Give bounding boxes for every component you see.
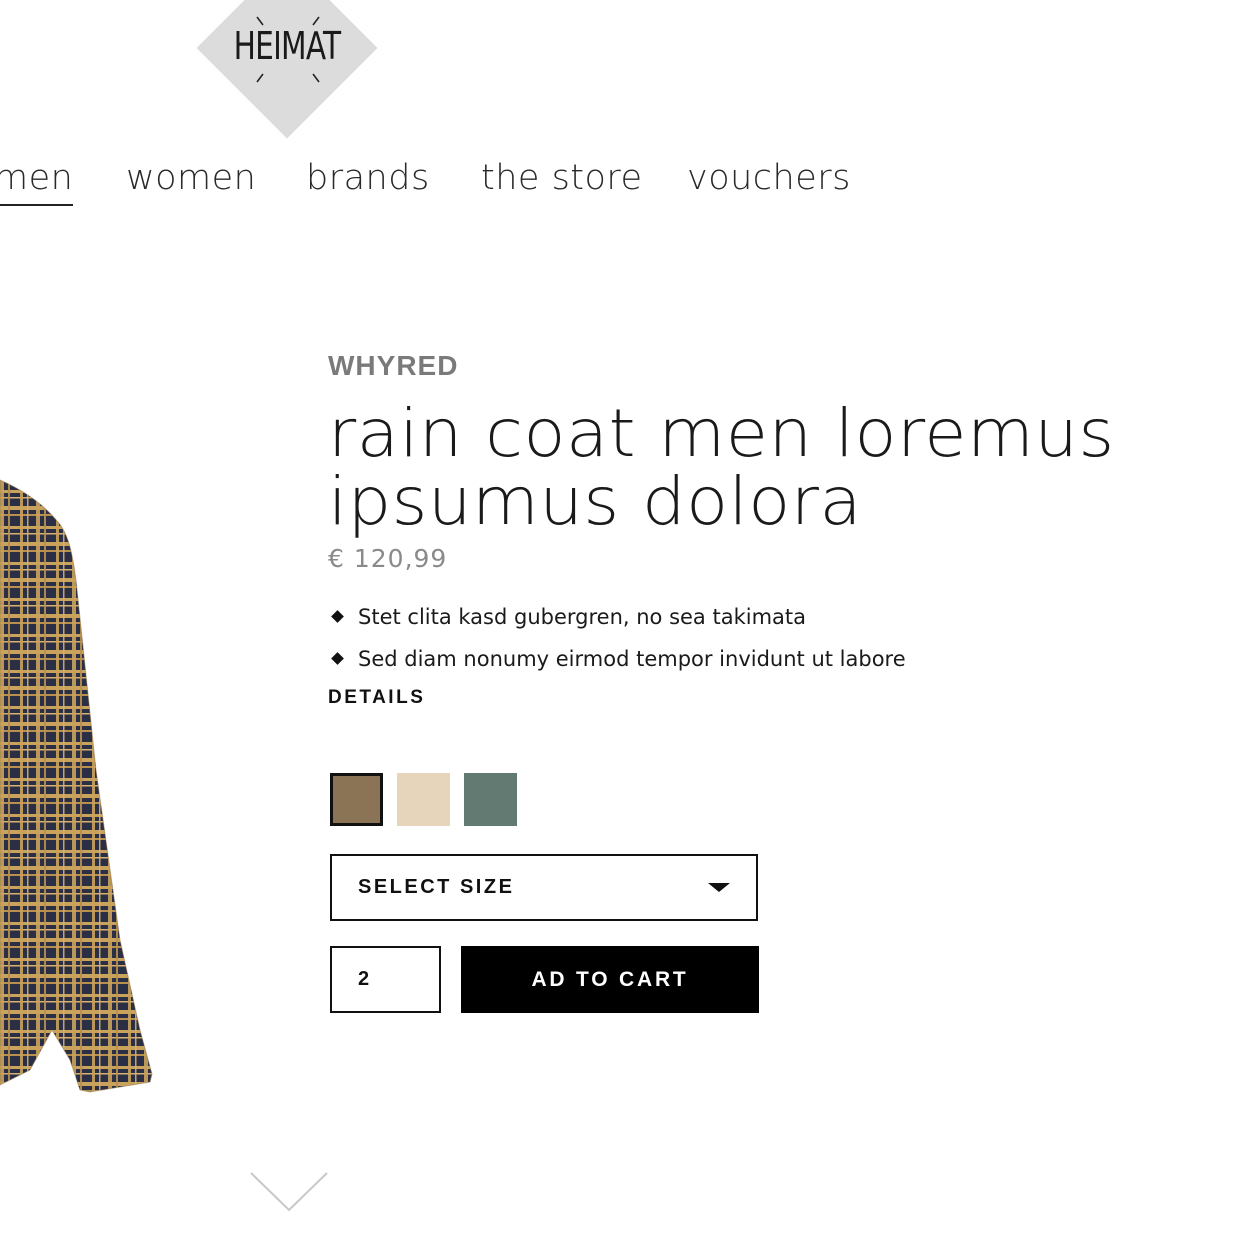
select-size-dropdown[interactable]: SELECT SIZE	[330, 854, 758, 921]
add-to-cart-button[interactable]: AD TO CART	[461, 946, 759, 1013]
swatch-green[interactable]	[464, 773, 517, 826]
feature-list: Stet clita kasd gubergren, no sea takima…	[328, 603, 1208, 687]
diamond-bullet-icon	[331, 652, 344, 665]
nav-item-brands[interactable]: brands	[306, 158, 430, 198]
diamond-bullet-icon	[331, 610, 344, 623]
details-link[interactable]: DETAILS	[328, 687, 1208, 709]
product-title-line-1: rain coat men loremus	[328, 395, 1115, 472]
nav-item-women[interactable]: women	[126, 158, 256, 198]
product-title-line-2: ipsumus dolora	[328, 463, 863, 540]
plaid-shirt-image	[0, 479, 153, 1093]
product-title: rain coat men loremus ipsumus dolora	[328, 400, 1181, 536]
product-price: € 120,99	[328, 544, 448, 573]
product-info: WHYRED rain coat men loremus ipsumus dol…	[328, 350, 1208, 709]
feature-item: Stet clita kasd gubergren, no sea takima…	[328, 603, 1208, 645]
logo-rays-icon	[256, 16, 320, 83]
product-brand[interactable]: WHYRED	[328, 350, 1208, 390]
logo[interactable]: HEIMAT	[196, 0, 378, 139]
nav-item-the-store[interactable]: the store	[481, 158, 643, 198]
feature-item: Sed diam nonumy eirmod tempor invidunt u…	[328, 645, 1208, 687]
feature-text: Sed diam nonumy eirmod tempor invidunt u…	[358, 647, 906, 671]
chevron-down-icon[interactable]	[249, 1170, 329, 1215]
select-size-label: SELECT SIZE	[358, 876, 515, 898]
nav-item-vouchers[interactable]: vouchers	[687, 158, 851, 198]
caret-down-icon	[708, 883, 730, 892]
swatch-beige[interactable]	[397, 773, 450, 826]
product-page: HEIMAT men women brands the store vouche…	[0, 0, 1260, 1260]
logo-text: HEIMAT	[233, 24, 342, 68]
nav-item-men[interactable]: men	[0, 158, 74, 206]
feature-text: Stet clita kasd gubergren, no sea takima…	[358, 605, 806, 629]
swatch-brown[interactable]	[330, 773, 383, 826]
quantity-input[interactable]	[330, 946, 441, 1013]
